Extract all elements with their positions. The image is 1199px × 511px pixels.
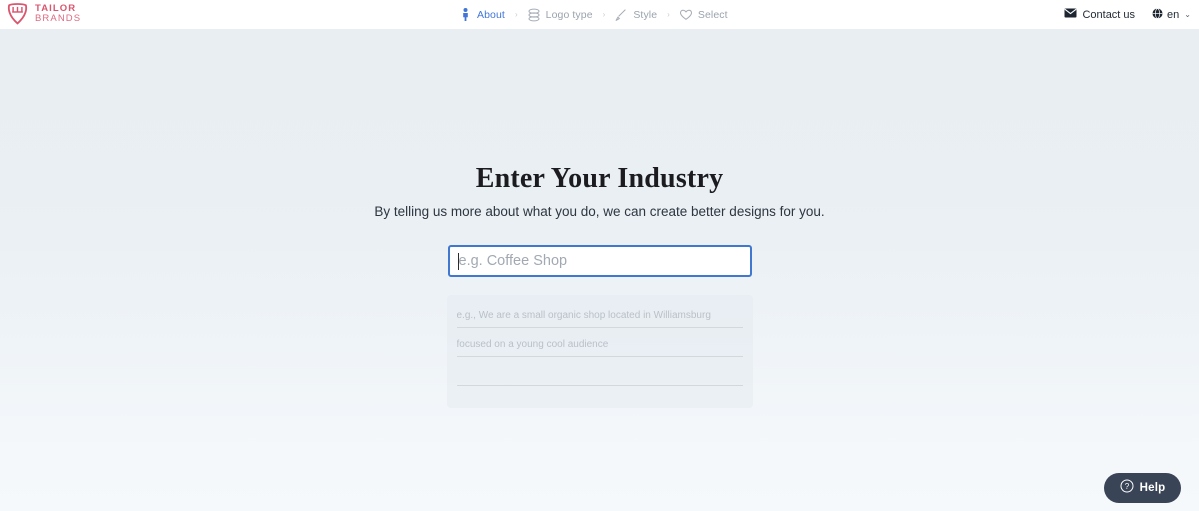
step-style-label: Style xyxy=(633,8,658,21)
description-line-2-text: focused on a young cool audience xyxy=(456,339,609,350)
contact-us-link[interactable]: Contact us xyxy=(1064,8,1135,21)
tailor-brands-shield-icon xyxy=(6,3,29,25)
brush-icon xyxy=(614,8,628,22)
description-line-1[interactable]: e.g., We are a small organic shop locate… xyxy=(456,309,743,328)
contact-us-label: Contact us xyxy=(1082,8,1136,21)
chevron-right-icon-2: › xyxy=(602,9,606,19)
question-circle-icon: ? xyxy=(1120,479,1134,498)
step-logo-type-label: Logo type xyxy=(545,8,593,21)
help-button[interactable]: ? Help xyxy=(1104,473,1181,503)
svg-text:?: ? xyxy=(1124,482,1129,491)
industry-form: Enter Your Industry By telling us more a… xyxy=(0,29,1199,408)
business-description-panel: e.g., We are a small organic shop locate… xyxy=(446,295,753,408)
step-style[interactable]: Style xyxy=(614,8,657,22)
description-line-3[interactable] xyxy=(456,367,743,386)
help-button-label: Help xyxy=(1139,482,1166,494)
description-line-2[interactable]: focused on a young cool audience xyxy=(456,338,743,357)
brand-wordmark: TAILOR BRANDS xyxy=(35,4,81,24)
step-about-label: About xyxy=(477,8,505,21)
app-header: TAILOR BRANDS About › Logo type › Style … xyxy=(0,0,1199,29)
step-select[interactable]: Select xyxy=(679,8,728,22)
page-subtitle: By telling us more about what you do, we… xyxy=(374,204,825,219)
chevron-right-icon-1: › xyxy=(514,9,518,19)
person-icon xyxy=(458,8,472,22)
layers-icon xyxy=(527,8,541,22)
language-label: en xyxy=(1167,8,1180,21)
brand-line-2: BRANDS xyxy=(35,13,82,24)
language-selector[interactable]: en ⌄ xyxy=(1152,7,1191,22)
globe-icon xyxy=(1152,7,1163,22)
chevron-down-icon: ⌄ xyxy=(1184,10,1191,19)
header-actions: Contact us en ⌄ xyxy=(1064,0,1191,29)
step-logo-type[interactable]: Logo type xyxy=(527,8,593,22)
wizard-steps: About › Logo type › Style › Select xyxy=(458,0,728,29)
step-about[interactable]: About xyxy=(458,8,505,22)
page-title: Enter Your Industry xyxy=(475,163,724,194)
step-select-label: Select xyxy=(697,8,728,21)
heart-icon xyxy=(679,8,693,22)
help-widget: ? Help xyxy=(1104,473,1181,503)
industry-input-wrapper[interactable] xyxy=(447,245,752,277)
description-line-1-text: e.g., We are a small organic shop locate… xyxy=(456,310,711,321)
chevron-right-icon-3: › xyxy=(667,9,670,19)
envelope-icon xyxy=(1064,8,1077,21)
text-caret xyxy=(457,253,459,270)
brand-logo[interactable]: TAILOR BRANDS xyxy=(6,3,81,25)
industry-input[interactable] xyxy=(449,247,750,275)
page-stage: Enter Your Industry By telling us more a… xyxy=(0,29,1199,511)
